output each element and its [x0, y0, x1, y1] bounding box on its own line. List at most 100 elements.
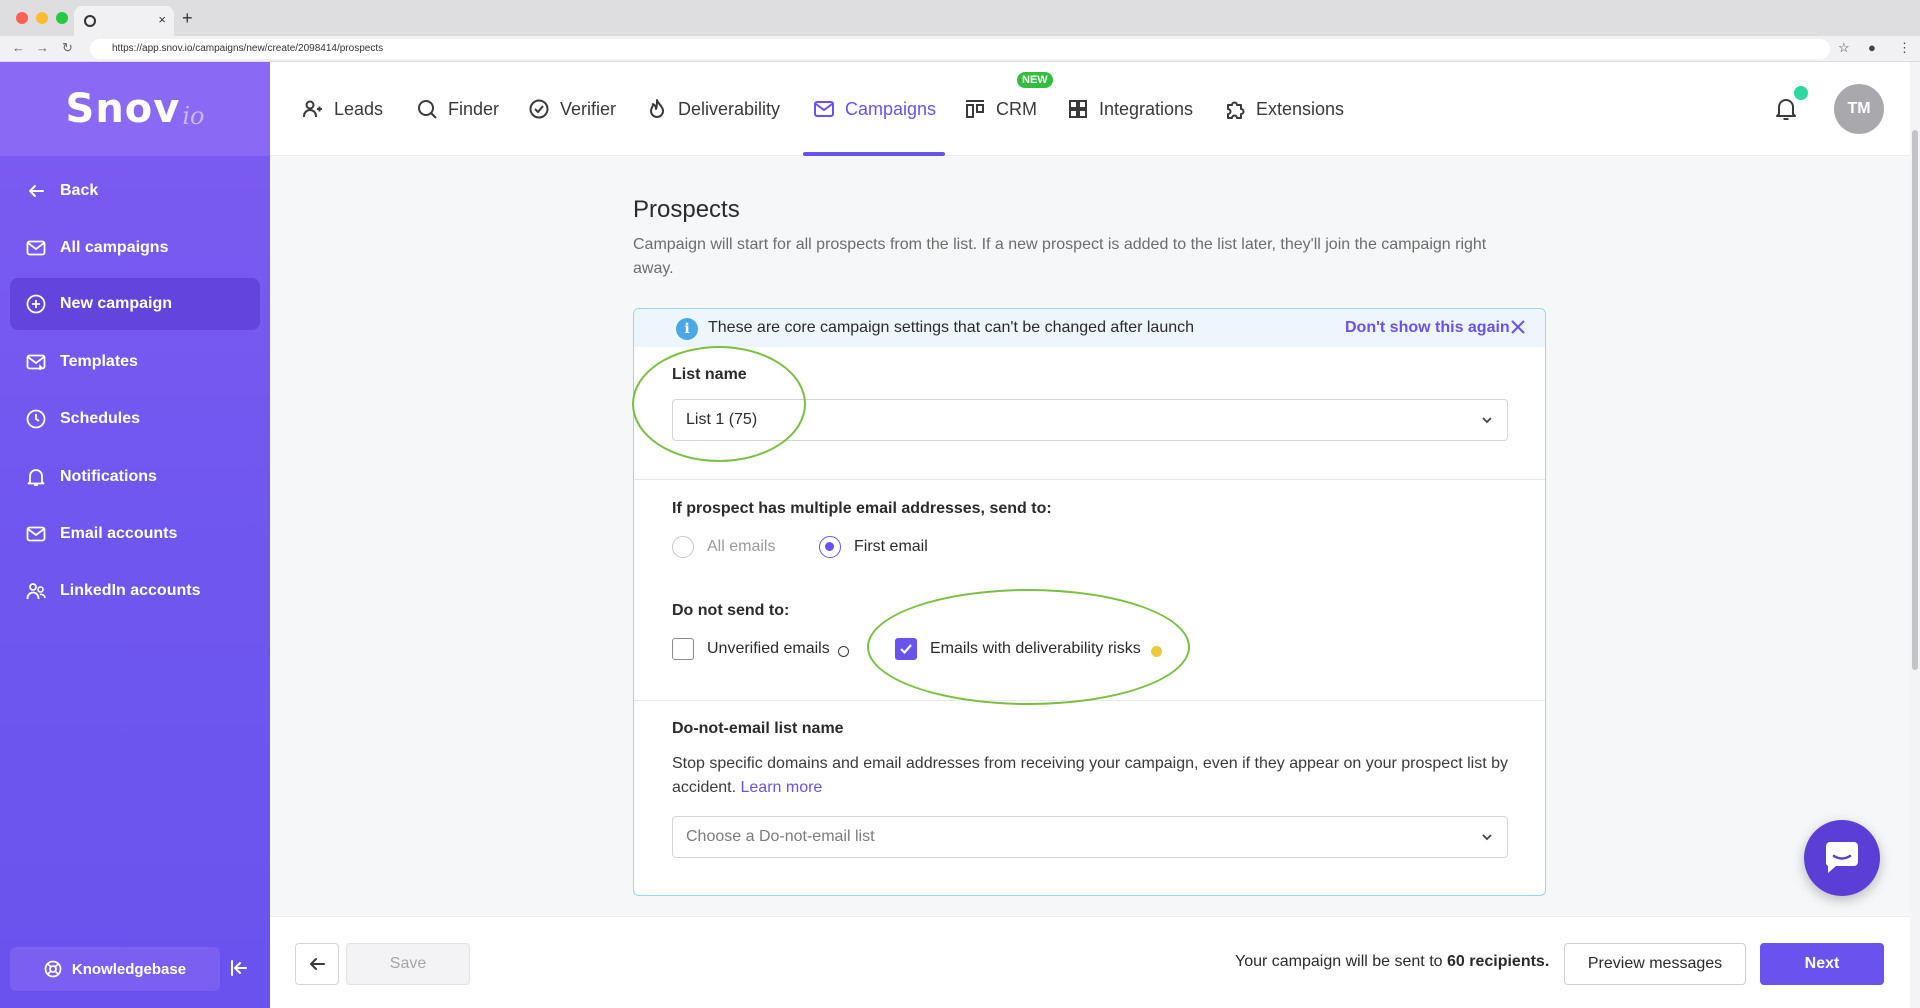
bell-icon: [26, 467, 46, 487]
dont-show-again-link[interactable]: Don't show this again: [1345, 319, 1510, 337]
grid-icon: [1069, 100, 1087, 118]
nav-deliverability[interactable]: Deliverability: [646, 62, 780, 156]
lifebuoy-icon: [44, 960, 62, 978]
nav-verifier[interactable]: Verifier: [528, 62, 616, 156]
nav-label: Campaigns: [845, 98, 937, 119]
prospects-settings-card: i These are core campaign settings that …: [633, 308, 1546, 896]
browser-back-icon[interactable]: ←: [12, 40, 25, 55]
crm-icon: [966, 100, 984, 118]
deliverability-risks-label: Emails with deliverability risks: [930, 640, 1141, 657]
logo-text: Snov: [65, 86, 181, 132]
favicon-icon: [84, 15, 96, 27]
chevron-down-icon: [1482, 417, 1492, 424]
preview-messages-button[interactable]: Preview messages: [1564, 943, 1746, 985]
nav-integrations[interactable]: Integrations: [1067, 62, 1193, 156]
page-description: Campaign will start for all prospects fr…: [633, 236, 1487, 277]
snovio-logo[interactable]: Snov io: [0, 62, 270, 156]
unverified-status-dot: [838, 646, 849, 657]
browser-tab[interactable]: ×: [74, 6, 174, 36]
first-email-label: First email: [854, 538, 928, 555]
sidebar-item-templates[interactable]: Templates: [10, 336, 260, 388]
nav-label: Extensions: [1256, 98, 1345, 119]
nav-crm[interactable]: CRM: [964, 62, 1037, 156]
tab-close-icon[interactable]: ×: [158, 12, 166, 27]
nav-finder[interactable]: Finder: [416, 62, 499, 156]
mail-template-icon: [26, 352, 46, 372]
avatar[interactable]: TM: [1834, 84, 1884, 134]
address-row: ← → ↻ https://app.snov.io/campaigns/new/…: [0, 36, 1920, 62]
knowledgebase-button[interactable]: Knowledgebase: [10, 947, 220, 991]
sidebar-item-all-campaigns[interactable]: All campaigns: [10, 222, 260, 274]
info-banner: i These are core campaign settings that …: [634, 309, 1545, 347]
multiple-emails-label: If prospect has multiple email addresses…: [672, 500, 1052, 517]
notifications-bell-icon[interactable]: [1774, 96, 1798, 122]
top-navigation: Leads Finder Verifier Deliverability NEW…: [270, 62, 1910, 156]
unverified-emails-label: Unverified emails: [707, 640, 830, 657]
radio-all-emails[interactable]: [672, 536, 694, 558]
unverified-emails-checkbox[interactable]: [672, 638, 694, 660]
sidebar-item-linkedin-accounts[interactable]: LinkedIn accounts: [10, 565, 260, 617]
sidebar-item-notifications[interactable]: Notifications: [10, 451, 260, 503]
scrollbar-thumb[interactable]: [1912, 130, 1918, 670]
arrow-left-icon: [310, 958, 325, 970]
browser-menu-icon[interactable]: ⋮: [1898, 40, 1911, 56]
save-button[interactable]: Save: [346, 943, 470, 985]
nav-campaigns[interactable]: Campaigns: [813, 62, 936, 156]
chat-bubble-icon: [1825, 842, 1858, 873]
puzzle-icon: [1227, 101, 1245, 119]
flame-icon: [650, 99, 664, 118]
deliverability-risks-checkbox[interactable]: [895, 638, 917, 660]
minimize-window-button[interactable]: [36, 12, 48, 24]
clock-icon: [26, 409, 46, 429]
radio-first-email[interactable]: [819, 536, 841, 558]
list-name-value: List 1 (75): [686, 411, 758, 428]
tab-bar: × +: [0, 0, 1920, 36]
nav-label: Deliverability: [678, 98, 781, 119]
risk-status-dot: [1151, 646, 1162, 657]
list-name-select[interactable]: List 1 (75): [672, 399, 1508, 441]
do-not-send-label: Do not send to:: [672, 602, 790, 619]
next-button[interactable]: Next: [1760, 943, 1884, 985]
dne-list-label: Do-not-email list name: [672, 720, 844, 737]
sidebar-item-label: Notifications: [60, 468, 157, 485]
window-controls: [16, 12, 68, 24]
sidebar-item-label: LinkedIn accounts: [60, 582, 201, 599]
sidebar-item-schedules[interactable]: Schedules: [10, 393, 260, 445]
sidebar-item-new-campaign[interactable]: New campaign: [10, 278, 260, 330]
close-window-button[interactable]: [16, 12, 28, 24]
new-tab-button[interactable]: +: [182, 8, 193, 29]
previous-step-button[interactable]: [295, 943, 339, 985]
address-bar[interactable]: https://app.snov.io/campaigns/new/create…: [90, 39, 1830, 59]
sidebar-item-label: Templates: [60, 353, 138, 370]
bookmark-star-icon[interactable]: ☆: [1838, 40, 1850, 56]
profile-icon[interactable]: ●: [1868, 40, 1876, 55]
nav-label: Integrations: [1099, 98, 1194, 119]
nav-label: CRM: [996, 98, 1037, 119]
check-circle-icon: [529, 99, 549, 119]
nav-leads[interactable]: Leads: [302, 62, 383, 156]
recipients-count: 60 recipients.: [1446, 953, 1550, 970]
footer-bar: Save Your campaign will be sent to 60 re…: [270, 916, 1910, 1008]
learn-more-link[interactable]: Learn more: [741, 779, 823, 796]
users-icon: [26, 581, 46, 601]
list-name-label: List name: [672, 366, 747, 383]
dne-list-placeholder: Choose a Do-not-email list: [686, 828, 875, 845]
info-icon: i: [676, 318, 698, 340]
browser-forward-icon[interactable]: →: [36, 40, 49, 55]
browser-chrome: × + ← → ↻ https://app.snov.io/campaigns/…: [0, 0, 1920, 62]
dne-list-select[interactable]: Choose a Do-not-email list: [672, 816, 1508, 858]
collapse-sidebar-icon[interactable]: [228, 957, 254, 983]
nav-label: Leads: [334, 98, 384, 119]
sidebar-item-back[interactable]: Back: [10, 165, 260, 217]
logo-suffix: io: [182, 102, 205, 130]
close-icon[interactable]: [1510, 319, 1528, 337]
sidebar-item-email-accounts[interactable]: Email accounts: [10, 508, 260, 560]
nav-extensions[interactable]: Extensions: [1224, 62, 1344, 156]
chat-widget-button[interactable]: [1804, 820, 1880, 896]
nav-label: Finder: [448, 98, 500, 119]
notification-status-dot: [1794, 86, 1808, 100]
maximize-window-button[interactable]: [56, 12, 68, 24]
mail-icon: [814, 101, 834, 117]
sidebar-item-label: New campaign: [60, 295, 173, 312]
reload-icon[interactable]: ↻: [62, 40, 73, 56]
